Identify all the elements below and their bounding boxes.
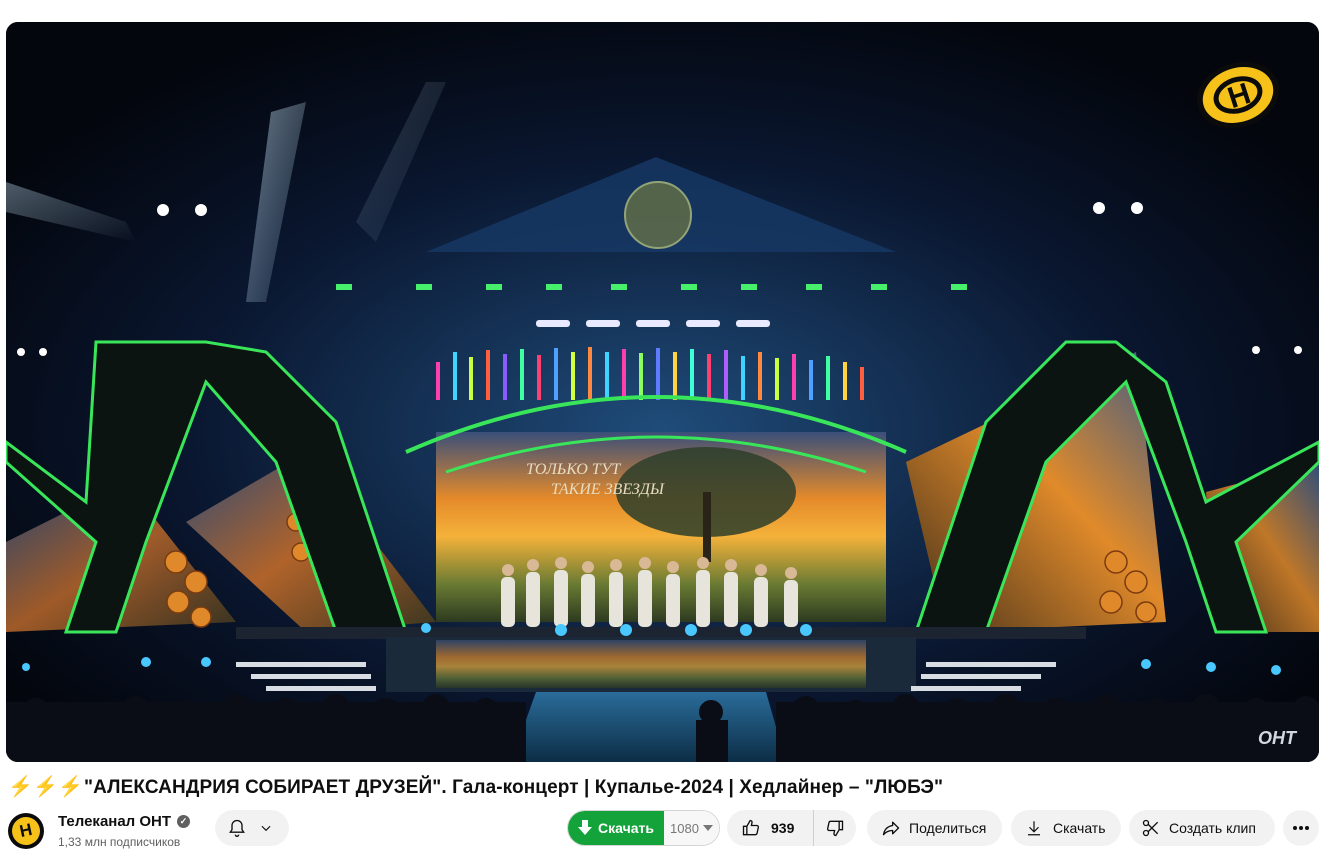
dislike-button[interactable]	[814, 810, 856, 846]
runway	[511, 692, 786, 762]
chevron-down-icon	[259, 821, 273, 835]
quality-value: 1080	[670, 820, 699, 836]
watermark: ОНТ	[1258, 728, 1298, 748]
notifications-button[interactable]	[215, 810, 289, 846]
watch-page: ТОЛЬКО ТУТ ТАКИЕ ЗВЕЗДЫ H ОНТ ⚡⚡⚡"АЛЕКСА…	[0, 0, 1333, 862]
share-icon	[881, 818, 901, 838]
share-label: Поделиться	[909, 820, 987, 836]
like-dislike-group: 939	[727, 810, 856, 846]
verified-icon: ✓	[177, 815, 191, 828]
create-clip-button[interactable]: Создать клип	[1129, 810, 1275, 846]
video-title: ⚡⚡⚡"АЛЕКСАНДРИЯ СОБИРАЕТ ДРУЗЕЙ". Гала-к…	[8, 774, 943, 799]
create-clip-label: Создать клип	[1169, 820, 1256, 836]
like-count: 939	[771, 820, 795, 836]
scissors-icon	[1141, 818, 1161, 838]
download-icon	[1025, 819, 1043, 837]
like-button[interactable]: 939	[727, 810, 814, 846]
channel-name-text[interactable]: Телеканал ОНТ	[58, 813, 171, 830]
extension-download-label: Скачать	[598, 820, 654, 836]
thumbs-down-icon	[825, 818, 845, 838]
share-button[interactable]: Поделиться	[867, 810, 1002, 846]
avatar-letter: H	[9, 814, 43, 848]
stage-text-line2: ТАКИЕ ЗВЕЗДЫ	[551, 481, 665, 498]
download-button[interactable]: Скачать	[1011, 810, 1121, 846]
more-horizontal-icon	[1292, 825, 1310, 831]
quality-select[interactable]: 1080	[664, 811, 719, 845]
lightning-icons: ⚡⚡⚡	[8, 776, 84, 798]
video-frame: ТОЛЬКО ТУТ ТАКИЕ ЗВЕЗДЫ H ОНТ	[6, 22, 1319, 762]
more-actions-button[interactable]	[1283, 810, 1319, 846]
video-player[interactable]: ТОЛЬКО ТУТ ТАКИЕ ЗВЕЗДЫ H ОНТ	[6, 22, 1319, 762]
channel-name[interactable]: Телеканал ОНТ ✓	[58, 813, 191, 830]
bell-icon	[227, 818, 247, 838]
extension-download[interactable]: Скачать 1080	[567, 810, 720, 846]
download-label: Скачать	[1053, 820, 1106, 836]
thumbs-up-icon	[741, 818, 761, 838]
stage-text-line1: ТОЛЬКО ТУТ	[526, 461, 621, 478]
caret-down-icon	[702, 825, 713, 831]
subscriber-count: 1,33 млн подписчиков	[58, 835, 181, 849]
channel-avatar[interactable]: H	[8, 813, 44, 849]
download-arrow-icon	[578, 820, 593, 836]
video-title-text: "АЛЕКСАНДРИЯ СОБИРАЕТ ДРУЗЕЙ". Гала-конц…	[84, 777, 944, 798]
emblem	[624, 181, 692, 249]
extension-download-button[interactable]: Скачать	[568, 811, 664, 845]
